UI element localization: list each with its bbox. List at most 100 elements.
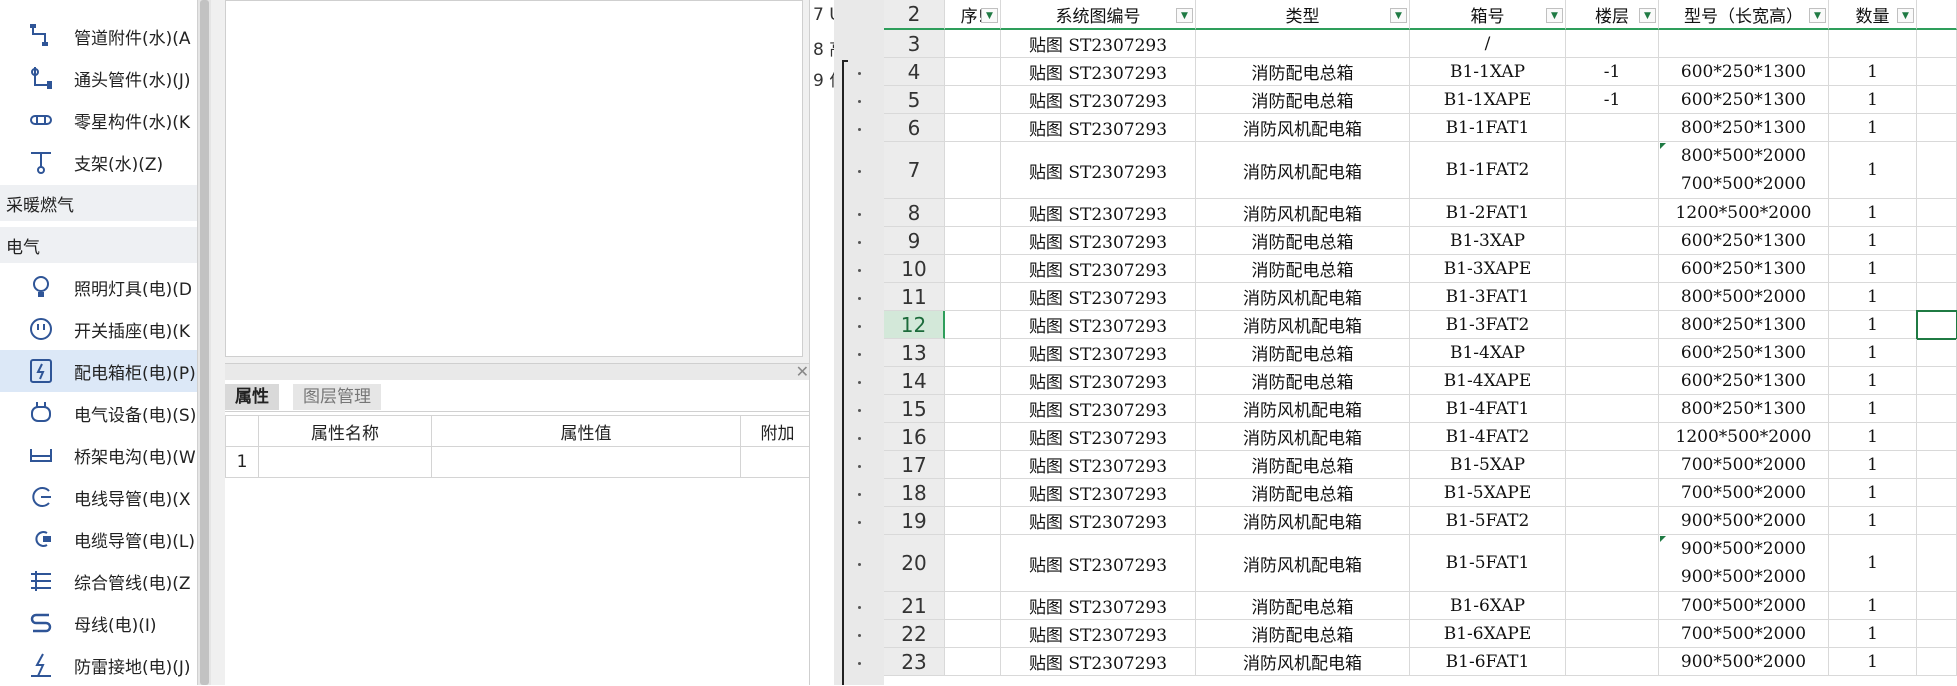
cell-qty[interactable]: 1 [1829,479,1917,507]
cell-model-size[interactable]: 600*250*1300 [1659,255,1829,283]
row-number[interactable]: 18 [884,479,945,507]
row-number[interactable]: 22 [884,620,945,648]
cell-seq[interactable] [945,395,1001,423]
row-number[interactable]: 8 [884,199,945,227]
cell-box[interactable]: B1-5FAT1 [1410,535,1566,592]
table-row[interactable]: 7 贴图 ST2307293 消防风机配电箱 B1-1FAT2 800*500*2000… [884,142,1957,199]
cell-extra[interactable] [1917,395,1957,423]
cell-model-size[interactable]: 600*250*1300 [1659,227,1829,255]
cell-type[interactable]: 消防风机配电箱 [1196,283,1410,311]
cell-sys[interactable]: 贴图 ST2307293 [1001,620,1196,648]
sidebar-item-cable-conduit[interactable]: 电缆导管(电)(L) [0,518,197,560]
cell-seq[interactable] [945,451,1001,479]
cell-type[interactable] [1196,30,1410,58]
cell-qty[interactable]: 1 [1829,339,1917,367]
cell-sys[interactable]: 贴图 ST2307293 [1001,114,1196,142]
cell-floor[interactable] [1566,142,1659,199]
cell-model-size[interactable]: 900*500*2000 [1659,648,1829,676]
cell-qty[interactable]: 1 [1829,142,1917,199]
table-row[interactable]: 19 贴图 ST2307293 消防风机配电箱 B1-5FAT2 900*500*200… [884,507,1957,535]
cell-box[interactable]: B1-5XAP [1410,451,1566,479]
cell-qty[interactable]: 1 [1829,507,1917,535]
cell-qty[interactable]: 1 [1829,451,1917,479]
sidebar-group-electrical[interactable]: 电气 [0,227,197,263]
cell-floor[interactable] [1566,479,1659,507]
cell-sys[interactable]: 贴图 ST2307293 [1001,339,1196,367]
cell-seq[interactable] [945,423,1001,451]
cell-box[interactable]: / [1410,30,1566,58]
cell-box[interactable]: B1-6XAP [1410,592,1566,620]
cell-seq[interactable] [945,648,1001,676]
cell-model-size[interactable]: 600*250*1300 [1659,58,1829,86]
cell-box[interactable]: B1-4FAT2 [1410,423,1566,451]
cell-sys[interactable]: 贴图 ST2307293 [1001,423,1196,451]
row-number[interactable]: 15 [884,395,945,423]
cell-model-size[interactable]: 800*250*1300 [1659,395,1829,423]
cell-seq[interactable] [945,479,1001,507]
table-row[interactable]: 13 贴图 ST2307293 消防配电总箱 B1-4XAP 600*250*1300 1 [884,339,1957,367]
table-row[interactable]: 21 贴图 ST2307293 消防配电总箱 B1-6XAP 700*500*2000 1 [884,592,1957,620]
cell-extra[interactable] [1917,479,1957,507]
cell-sys[interactable]: 贴图 ST2307293 [1001,86,1196,114]
cell-type[interactable]: 消防风机配电箱 [1196,423,1410,451]
cell-model-size[interactable]: 600*250*1300 [1659,339,1829,367]
cell-type[interactable]: 消防风机配电箱 [1196,199,1410,227]
cell-qty[interactable]: 1 [1829,395,1917,423]
cell-floor[interactable] [1566,339,1659,367]
cell-box[interactable]: B1-2FAT1 [1410,199,1566,227]
cell-box[interactable]: B1-1FAT2 [1410,142,1566,199]
sidebar-scrollbar[interactable] [197,0,212,685]
row-number[interactable]: 6 [884,114,945,142]
cell-seq[interactable] [945,339,1001,367]
cell-model-size[interactable]: 800*500*2000 [1659,283,1829,311]
cell-sys[interactable]: 贴图 ST2307293 [1001,395,1196,423]
cell-sys[interactable]: 贴图 ST2307293 [1001,283,1196,311]
cell-box[interactable]: B1-6FAT1 [1410,648,1566,676]
table-row[interactable]: 3 贴图 ST2307293 / [884,30,1957,58]
cell-qty[interactable]: 1 [1829,227,1917,255]
table-row[interactable]: 10 贴图 ST2307293 消防配电总箱 B1-3XAPE 600*250*1300… [884,255,1957,283]
cell-extra[interactable] [1917,339,1957,367]
close-icon[interactable]: ✕ [796,362,809,381]
table-row[interactable]: 20 贴图 ST2307293 消防风机配电箱 B1-5FAT1 900*500*200… [884,535,1957,592]
cell-model-size[interactable]: 1200*500*2000 [1659,423,1829,451]
sidebar-item-support-bracket[interactable]: 支架(水)(Z) [0,141,197,183]
cell-box[interactable]: B1-5XAPE [1410,479,1566,507]
cell-floor[interactable] [1566,535,1659,592]
table-row[interactable]: 4 贴图 ST2307293 消防配电总箱 B1-1XAP -1 600*250*1300… [884,58,1957,86]
cell-sys[interactable]: 贴图 ST2307293 [1001,451,1196,479]
column-header-type[interactable]: 类型 ▼ [1196,0,1410,30]
cell-floor[interactable] [1566,423,1659,451]
cell-floor[interactable] [1566,507,1659,535]
table-row[interactable]: 8 贴图 ST2307293 消防风机配电箱 B1-2FAT1 1200*500*200… [884,199,1957,227]
cell-extra[interactable] [1917,58,1957,86]
cell-extra[interactable] [1917,648,1957,676]
cell-floor[interactable] [1566,395,1659,423]
cell-model-size[interactable]: 700*500*2000 [1659,592,1829,620]
cell-extra[interactable] [1917,283,1957,311]
row-number[interactable]: 11 [884,283,945,311]
property-extra-cell[interactable] [740,446,815,478]
cell-seq[interactable] [945,86,1001,114]
cell-sys[interactable]: 贴图 ST2307293 [1001,199,1196,227]
cell-type[interactable]: 消防风机配电箱 [1196,395,1410,423]
cell-sys[interactable]: 贴图 ST2307293 [1001,142,1196,199]
cell-seq[interactable] [945,199,1001,227]
table-row[interactable]: 11 贴图 ST2307293 消防风机配电箱 B1-3FAT1 800*500*200… [884,283,1957,311]
cell-box[interactable]: B1-1XAPE [1410,86,1566,114]
cell-type[interactable]: 消防配电总箱 [1196,592,1410,620]
cell-qty[interactable]: 1 [1829,620,1917,648]
cell-extra[interactable] [1917,227,1957,255]
cell-box[interactable]: B1-4XAPE [1410,367,1566,395]
cell-seq[interactable] [945,283,1001,311]
cell-sys[interactable]: 贴图 ST2307293 [1001,507,1196,535]
row-number[interactable]: 5 [884,86,945,114]
cell-sys[interactable]: 贴图 ST2307293 [1001,479,1196,507]
row-number[interactable]: 10 [884,255,945,283]
sidebar-item-busbar[interactable]: 母线(电)(I) [0,602,197,644]
drawing-canvas[interactable] [225,0,803,357]
cell-sys[interactable]: 贴图 ST2307293 [1001,367,1196,395]
sidebar-item-distribution-box[interactable]: 配电箱柜(电)(P) [0,350,197,392]
row-number[interactable]: 12 [884,311,945,339]
cell-model-size[interactable]: 1200*500*2000 [1659,199,1829,227]
